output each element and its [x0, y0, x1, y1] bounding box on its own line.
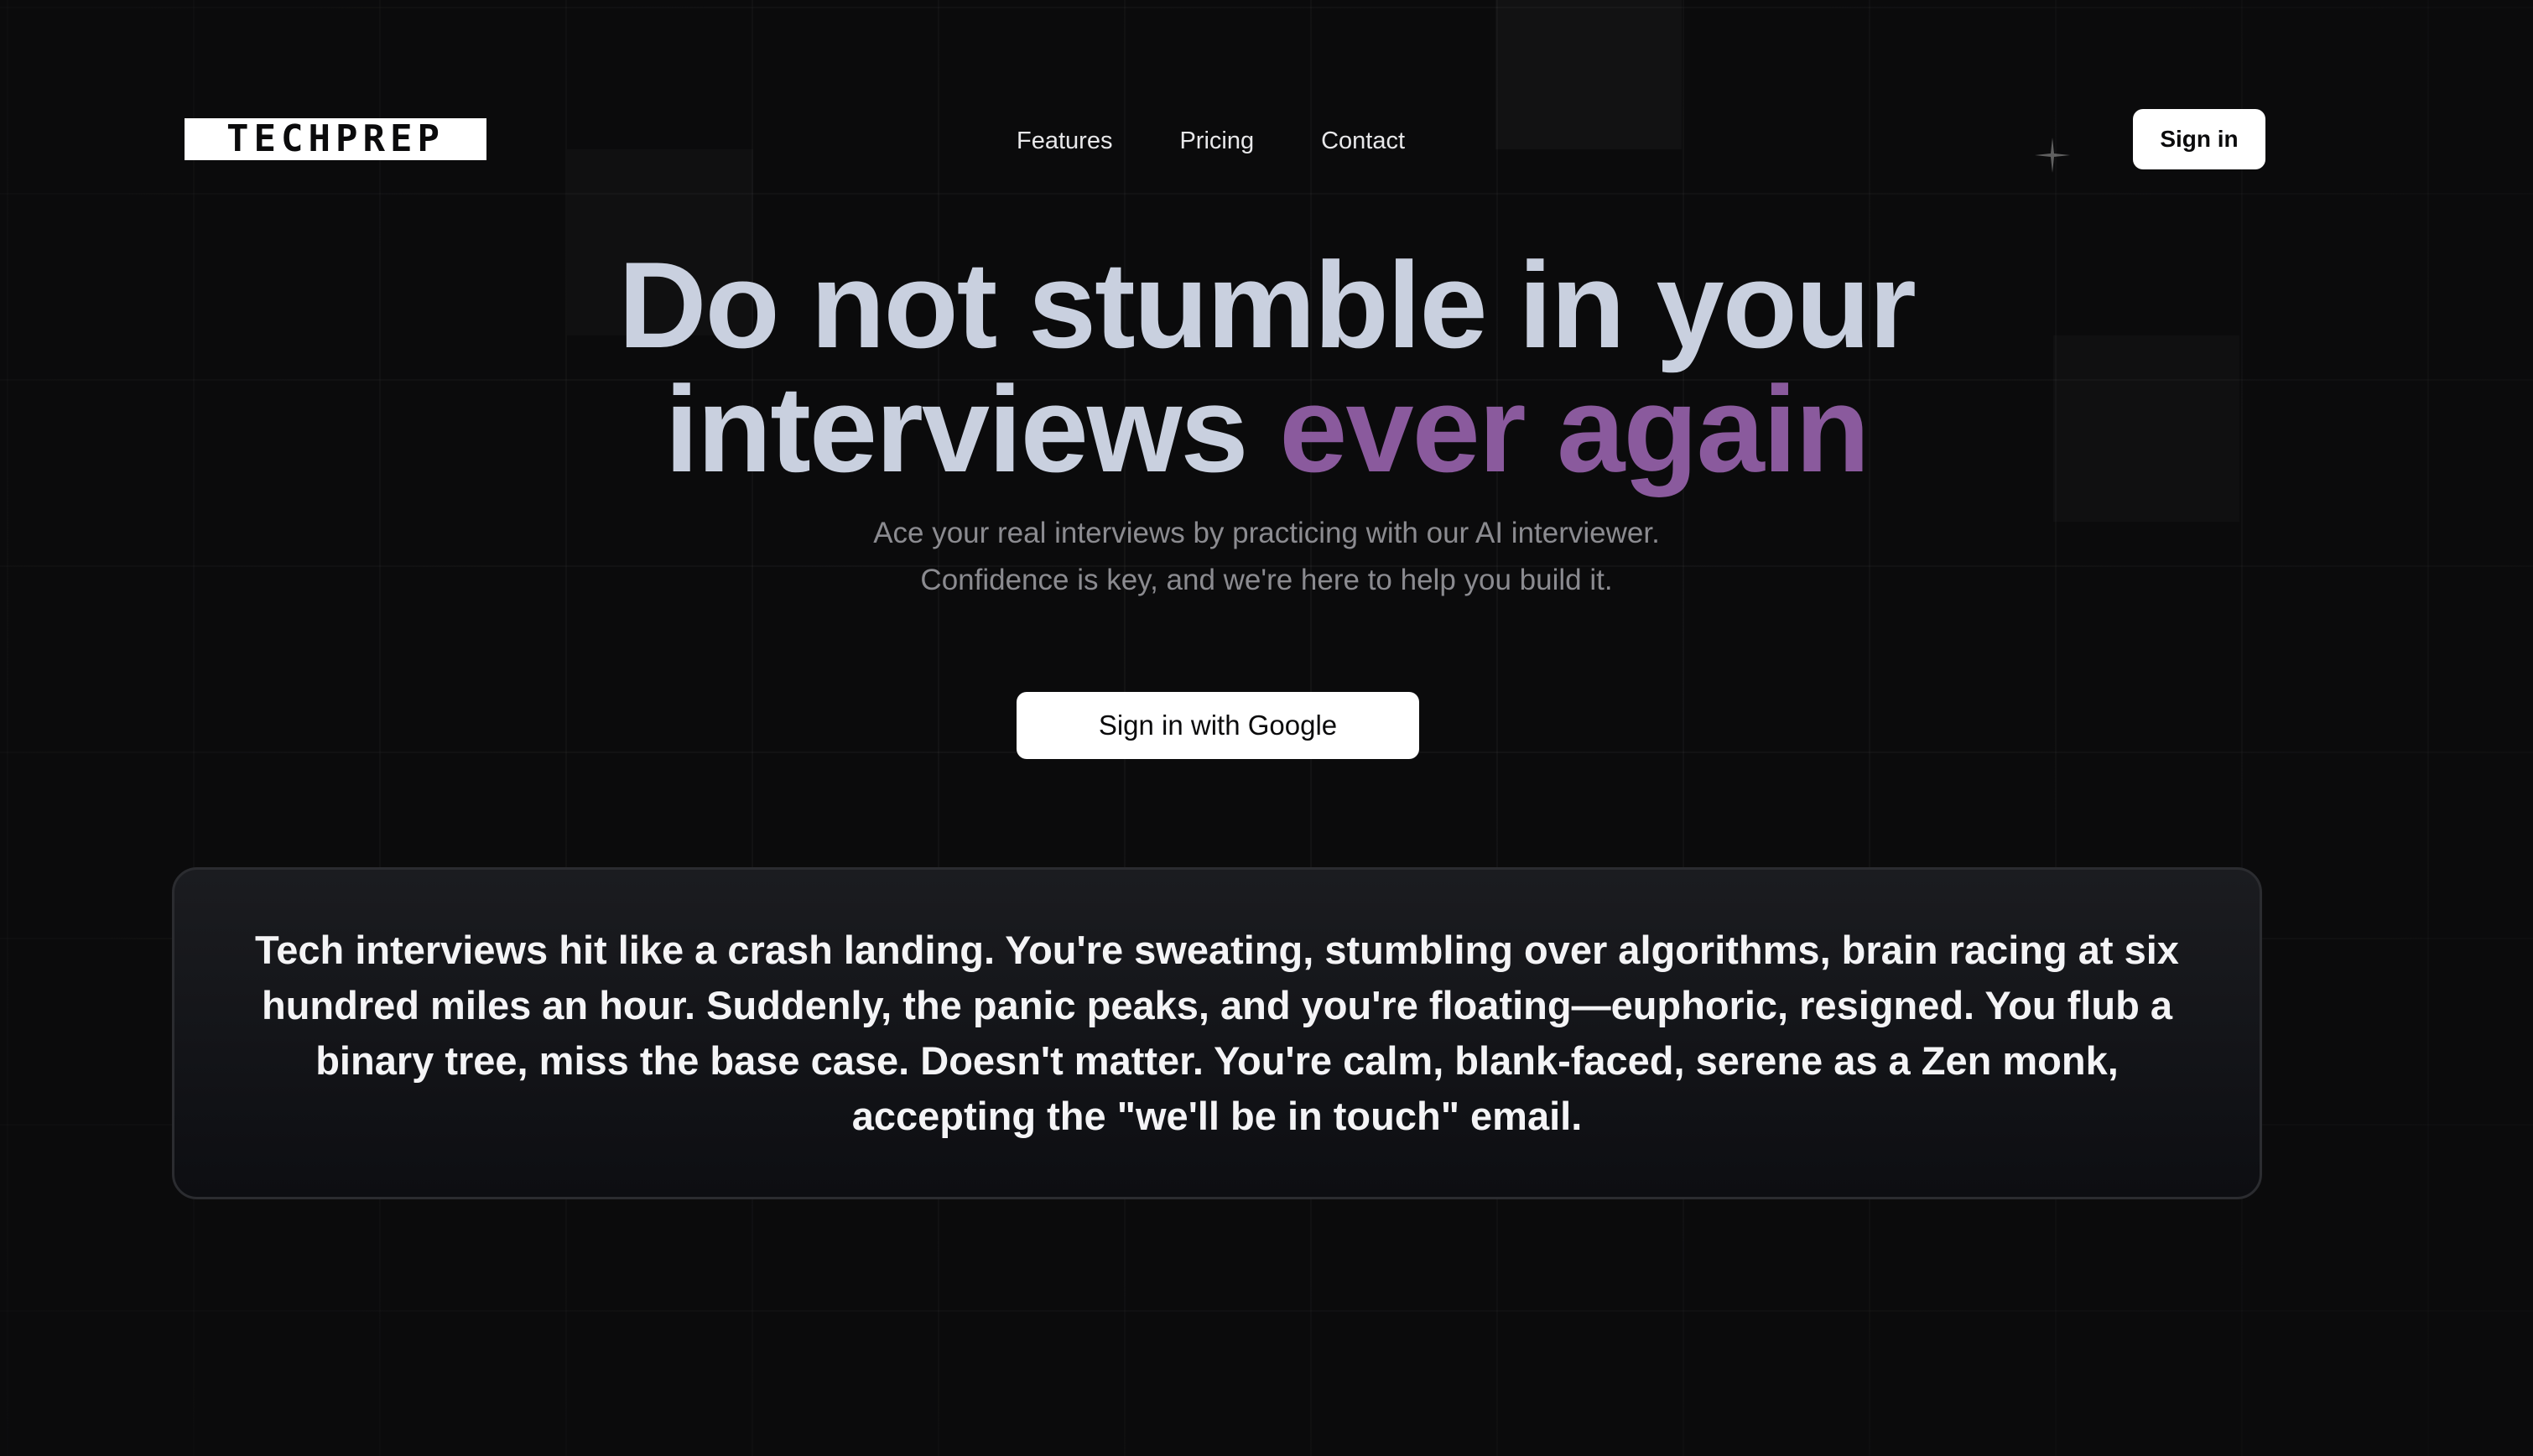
- headline-line-1: Do not stumble in your: [618, 237, 1917, 373]
- hero-section: Do not stumble in your interviews ever a…: [0, 243, 2533, 604]
- quote-card: Tech interviews hit like a crash landing…: [172, 867, 2262, 1199]
- sparkle-icon: [2035, 138, 2070, 173]
- hero-subtitle: Ace your real interviews by practicing w…: [0, 510, 2533, 604]
- google-sign-in-button[interactable]: Sign in with Google: [1017, 692, 1419, 759]
- techprep-logo[interactable]: TECHPREP: [185, 118, 486, 160]
- logo-text: TECHPREP: [226, 117, 445, 160]
- sign-in-button[interactable]: Sign in: [2133, 109, 2265, 169]
- subtitle-line-2: Confidence is key, and we're here to hel…: [920, 564, 1613, 596]
- quote-text: Tech interviews hit like a crash landing…: [255, 928, 2179, 1138]
- nav-link-features[interactable]: Features: [1017, 127, 1112, 155]
- nav-link-pricing[interactable]: Pricing: [1179, 127, 1254, 155]
- main-nav: Features Pricing Contact: [1017, 117, 1405, 164]
- nav-link-contact[interactable]: Contact: [1321, 127, 1405, 155]
- headline-line-2: interviews: [664, 361, 1249, 497]
- subtitle-line-1: Ace your real interviews by practicing w…: [873, 517, 1660, 549]
- headline-accent: ever again: [1279, 361, 1870, 497]
- hero-headline: Do not stumble in your interviews ever a…: [0, 243, 2533, 491]
